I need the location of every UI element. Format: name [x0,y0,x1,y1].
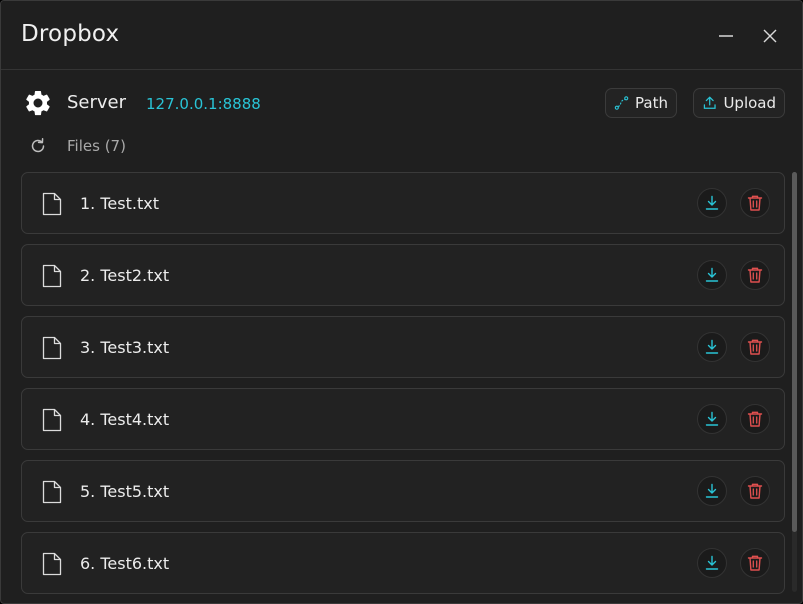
delete-button[interactable] [740,548,770,578]
delete-button[interactable] [740,476,770,506]
file-row[interactable]: 2. Test2.txt [21,244,785,306]
download-button[interactable] [697,404,727,434]
files-label: Files [67,137,100,155]
minimize-icon [719,35,733,37]
download-icon [705,339,719,354]
delete-button[interactable] [740,260,770,290]
app-window: Dropbox Server 127.0.0.1:8888 Path Uploa… [0,0,803,604]
download-button[interactable] [697,548,727,578]
file-name: 2. Test2.txt [80,266,170,285]
download-button[interactable] [697,332,727,362]
refresh-icon[interactable] [29,137,47,155]
server-bar: Server 127.0.0.1:8888 Path Upload [23,87,788,119]
trash-icon [747,555,763,571]
file-name: 1. Test.txt [80,194,159,213]
file-icon [42,192,62,216]
trash-icon [747,339,763,355]
download-button[interactable] [697,260,727,290]
download-icon [705,267,719,282]
download-icon [705,195,719,210]
file-name: 6. Test6.txt [80,554,170,573]
scrollbar[interactable] [792,172,797,592]
file-row[interactable]: 4. Test4.txt [21,388,785,450]
trash-icon [747,195,763,211]
gear-icon[interactable] [23,88,53,118]
file-list[interactable]: 1. Test.txt 2. Test2.txt 3. Test3.txt 4.… [21,172,786,603]
download-button[interactable] [697,188,727,218]
file-name: 5. Test5.txt [80,482,170,501]
server-address: 127.0.0.1:8888 [146,95,261,113]
download-icon [705,555,719,570]
minimize-button[interactable] [713,23,739,49]
file-icon [42,408,62,432]
files-count-label: Files (7) [67,137,126,155]
file-row[interactable]: 3. Test3.txt [21,316,785,378]
file-row[interactable]: 6. Test6.txt [21,532,785,594]
file-icon [42,552,62,576]
file-row[interactable]: 5. Test5.txt [21,460,785,522]
close-button[interactable] [757,23,783,49]
file-icon [42,480,62,504]
server-label: Server [67,92,127,113]
upload-button-label: Upload [723,94,776,112]
files-header: Files (7) [29,135,329,159]
path-button[interactable]: Path [605,88,677,118]
title-bar: Dropbox [1,1,802,70]
file-icon [42,264,62,288]
file-row[interactable]: 1. Test.txt [21,172,785,234]
file-icon [42,336,62,360]
file-name: 3. Test3.txt [80,338,170,357]
app-title: Dropbox [21,21,120,47]
file-name: 4. Test4.txt [80,410,170,429]
trash-icon [747,411,763,427]
path-button-label: Path [635,94,668,112]
download-button[interactable] [697,476,727,506]
close-icon [763,29,777,43]
scrollbar-thumb[interactable] [792,172,797,532]
trash-icon [747,267,763,283]
path-icon [614,96,629,110]
download-icon [705,411,719,426]
delete-button[interactable] [740,188,770,218]
delete-button[interactable] [740,404,770,434]
files-count: (7) [104,137,126,155]
download-icon [705,483,719,498]
upload-button[interactable]: Upload [693,88,785,118]
delete-button[interactable] [740,332,770,362]
upload-icon [703,96,716,109]
trash-icon [747,483,763,499]
